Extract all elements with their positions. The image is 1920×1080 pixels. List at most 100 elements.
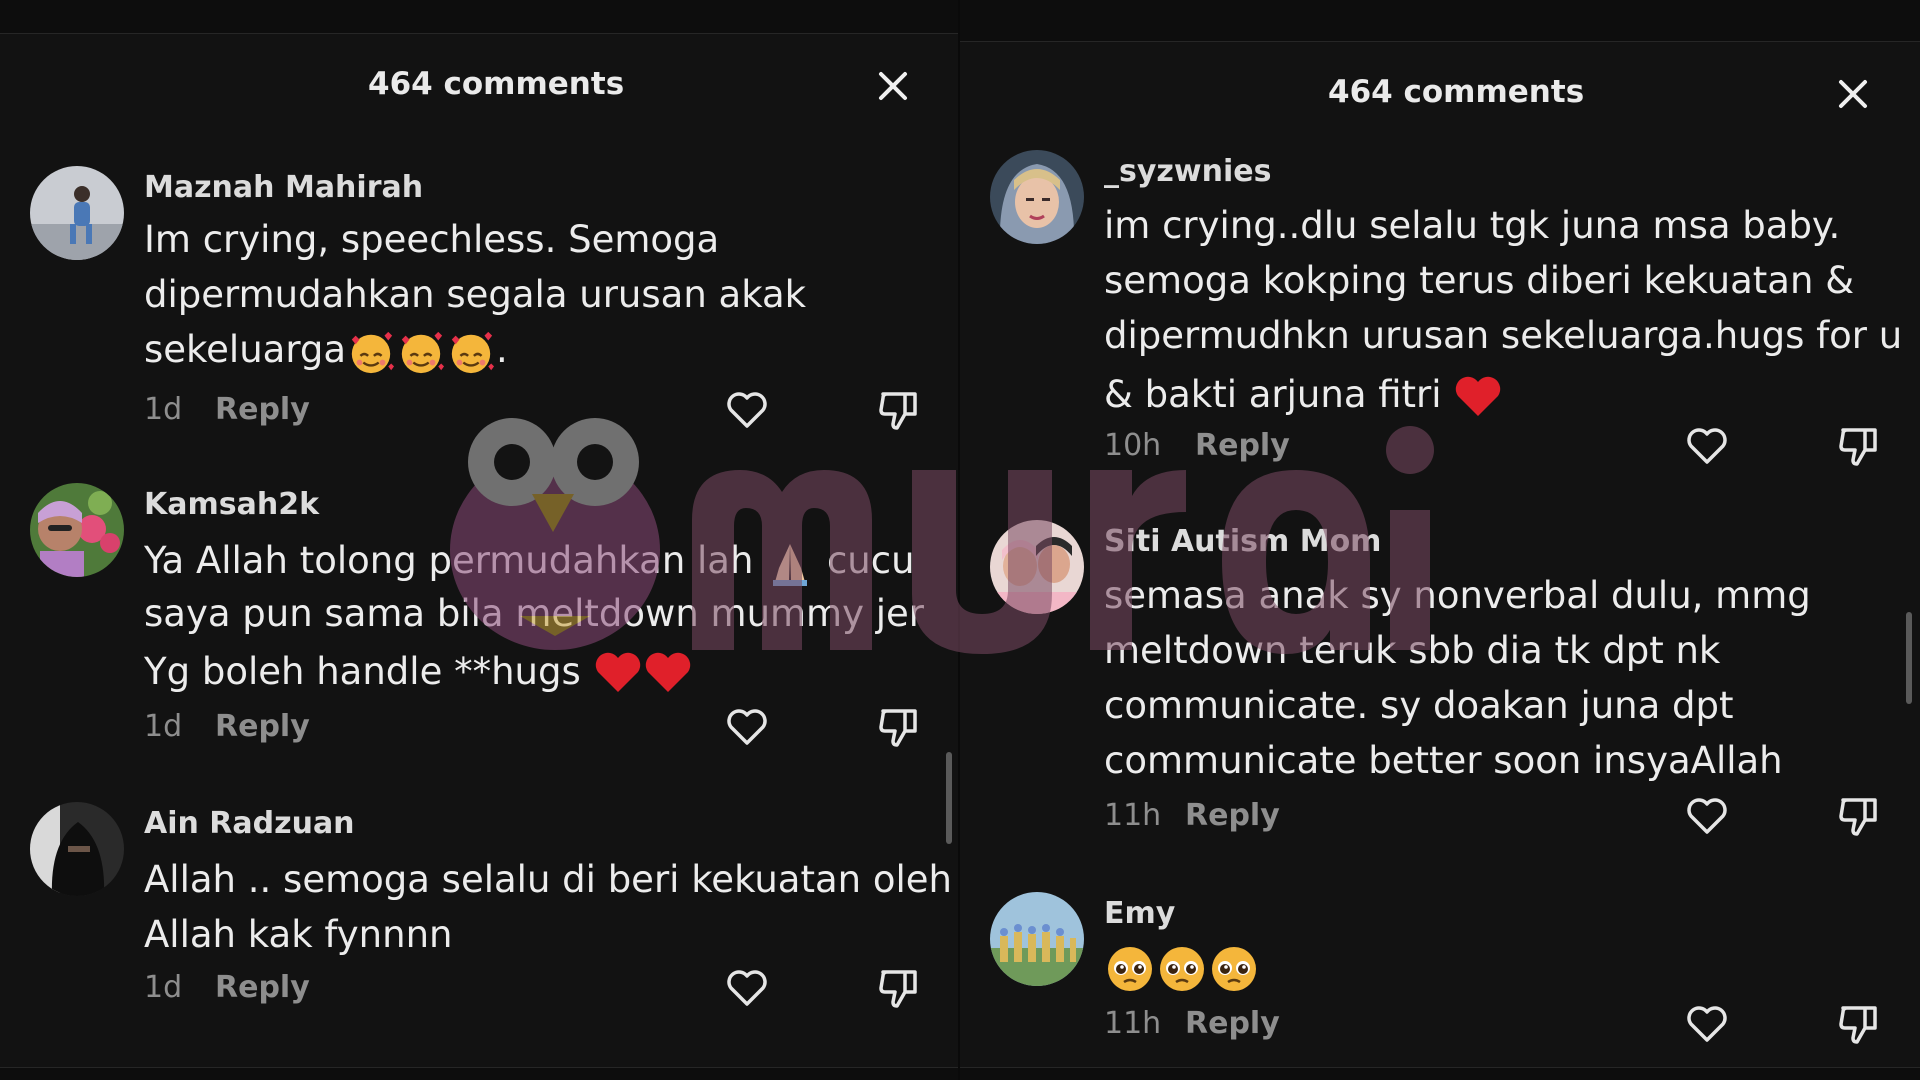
comments-count-title: 464 comments: [1328, 74, 1585, 110]
reply-button[interactable]: Reply: [1185, 1006, 1280, 1041]
heart-outline-icon: [1687, 1006, 1727, 1042]
comment-username[interactable]: Ain Radzuan: [144, 806, 355, 841]
dislike-button[interactable]: [875, 964, 923, 1012]
pleading-face-emoji: [1108, 946, 1152, 991]
dislike-button[interactable]: [1835, 1000, 1883, 1048]
comment-text-fragment: sekeluarga: [144, 328, 347, 371]
avatar[interactable]: [990, 520, 1084, 614]
dislike-button[interactable]: [875, 703, 923, 751]
red-heart-emoji: [645, 652, 690, 692]
pleading-face-emoji: [1160, 946, 1204, 991]
smiling-hearts-emoji: [451, 331, 495, 373]
comment-text-line: communicate. sy doakan juna dpt: [1104, 684, 1734, 727]
comment-text: Ya Allah tolong permudahkan lah cucu say…: [144, 535, 944, 698]
like-button[interactable]: [723, 703, 771, 751]
thumbs-down-icon: [879, 709, 917, 747]
comment-text-line: Yg boleh handle **hugs: [144, 646, 944, 698]
avatar-image: [30, 483, 124, 577]
thumbs-down-icon: [879, 392, 917, 430]
comment-text-fragment: cucu: [826, 539, 915, 582]
comment-username[interactable]: _syzwnies: [1104, 154, 1271, 189]
heart-outline-icon: [727, 709, 767, 745]
scrollbar[interactable]: [1906, 612, 1912, 704]
like-button[interactable]: [1683, 1000, 1731, 1048]
comment-text-fragment: Yg boleh handle **hugs: [144, 649, 581, 693]
avatar[interactable]: [990, 892, 1084, 986]
comment-text-line: saya pun sama bila meltdown mummy jer: [144, 591, 925, 635]
comment-time: 10h: [1104, 428, 1162, 463]
like-button[interactable]: [723, 386, 771, 434]
avatar-image: [990, 150, 1084, 244]
comment-text: Allah .. semoga selalu di beri kekuatan …: [144, 852, 953, 962]
avatar-image: [990, 520, 1084, 614]
reply-button[interactable]: Reply: [1195, 428, 1290, 463]
comment-text-line: Allah .. semoga selalu di beri kekuatan …: [144, 858, 953, 901]
avatar-image: [990, 892, 1084, 986]
avatar[interactable]: [30, 802, 124, 896]
avatar[interactable]: [990, 150, 1084, 244]
comments-panel-right: 464 comments _syzwnies im crying..dlu se…: [960, 0, 1920, 1080]
thumbs-down-icon: [1839, 1006, 1877, 1044]
comment-text-line: & bakti arjuna fitri: [1104, 367, 1904, 422]
comment-text: semasa anak sy nonverbal dulu, mmg meltd…: [1104, 568, 1904, 788]
comment-text-line: dipermudahkan segala urusan akak: [144, 273, 807, 316]
like-button[interactable]: [1683, 422, 1731, 470]
smiling-hearts-emoji: [401, 331, 445, 373]
bottom-bar: [0, 1067, 960, 1080]
comment-text: Im crying, speechless. Semoga dipermudah…: [144, 212, 944, 377]
top-bar: [960, 0, 1920, 42]
comment-text-fragment: .: [496, 328, 508, 371]
comment-text-line: semasa anak sy nonverbal dulu, mmg: [1104, 574, 1811, 617]
comment-time: 1d: [144, 392, 183, 427]
comment-text-fragment: Ya Allah tolong permudahkan lah: [144, 539, 754, 582]
heart-outline-icon: [727, 392, 767, 428]
comment-text-line: semoga kokping terus diberi kekuatan &: [1104, 259, 1855, 302]
folded-hands-emoji: [773, 543, 808, 586]
comments-count-title: 464 comments: [368, 66, 625, 102]
avatar[interactable]: [30, 166, 124, 260]
comment-text-line: communicate better soon insyaAllah: [1104, 739, 1783, 782]
dislike-button[interactable]: [1835, 422, 1883, 470]
thumbs-down-icon: [1839, 798, 1877, 836]
reply-button[interactable]: Reply: [215, 709, 310, 744]
comment-time: 1d: [144, 970, 183, 1005]
comment-text-line: im crying..dlu selalu tgk juna msa baby.: [1104, 204, 1841, 247]
comment-text-line: Im crying, speechless. Semoga: [144, 218, 720, 261]
heart-outline-icon: [727, 970, 767, 1006]
comment-text-line: [1104, 942, 1904, 994]
comment-username[interactable]: Siti Autism Mom: [1104, 524, 1381, 559]
avatar[interactable]: [30, 483, 124, 577]
comment-text-line: sekeluarga.: [144, 322, 944, 377]
comment-time: 11h: [1104, 1006, 1162, 1041]
comment-text: im crying..dlu selalu tgk juna msa baby.…: [1104, 198, 1904, 422]
like-button[interactable]: [723, 964, 771, 1012]
heart-outline-icon: [1687, 428, 1727, 464]
comment-text-fragment: & bakti arjuna fitri: [1104, 373, 1442, 416]
comment-text-line: meltdown teruk sbb dia tk dpt nk: [1104, 629, 1721, 672]
red-heart-emoji: [595, 652, 640, 692]
heart-outline-icon: [1687, 798, 1727, 834]
pleading-face-emoji: [1212, 946, 1256, 991]
smiling-hearts-emoji: [351, 331, 395, 373]
thumbs-down-icon: [1839, 428, 1877, 466]
comment-username[interactable]: Maznah Mahirah: [144, 170, 423, 205]
avatar-image: [30, 802, 124, 896]
dislike-button[interactable]: [1835, 792, 1883, 840]
top-bar: [0, 0, 960, 34]
comment-text-line: Ya Allah tolong permudahkan lah cucu: [144, 535, 944, 588]
comment-text-line: Allah kak fynnnn: [144, 913, 453, 956]
scrollbar[interactable]: [946, 752, 952, 844]
close-icon[interactable]: [873, 66, 913, 106]
reply-button[interactable]: Reply: [215, 970, 310, 1005]
reply-button[interactable]: Reply: [215, 392, 310, 427]
comment-username[interactable]: Emy: [1104, 896, 1175, 931]
avatar-image: [30, 166, 124, 260]
dislike-button[interactable]: [875, 386, 923, 434]
reply-button[interactable]: Reply: [1185, 798, 1280, 833]
close-icon[interactable]: [1833, 74, 1873, 114]
bottom-bar: [960, 1067, 1920, 1080]
comment-username[interactable]: Kamsah2k: [144, 487, 319, 522]
comment-text-line: dipermudhkn urusan sekeluarga.hugs for u: [1104, 314, 1903, 357]
like-button[interactable]: [1683, 792, 1731, 840]
red-heart-emoji: [1456, 376, 1501, 416]
